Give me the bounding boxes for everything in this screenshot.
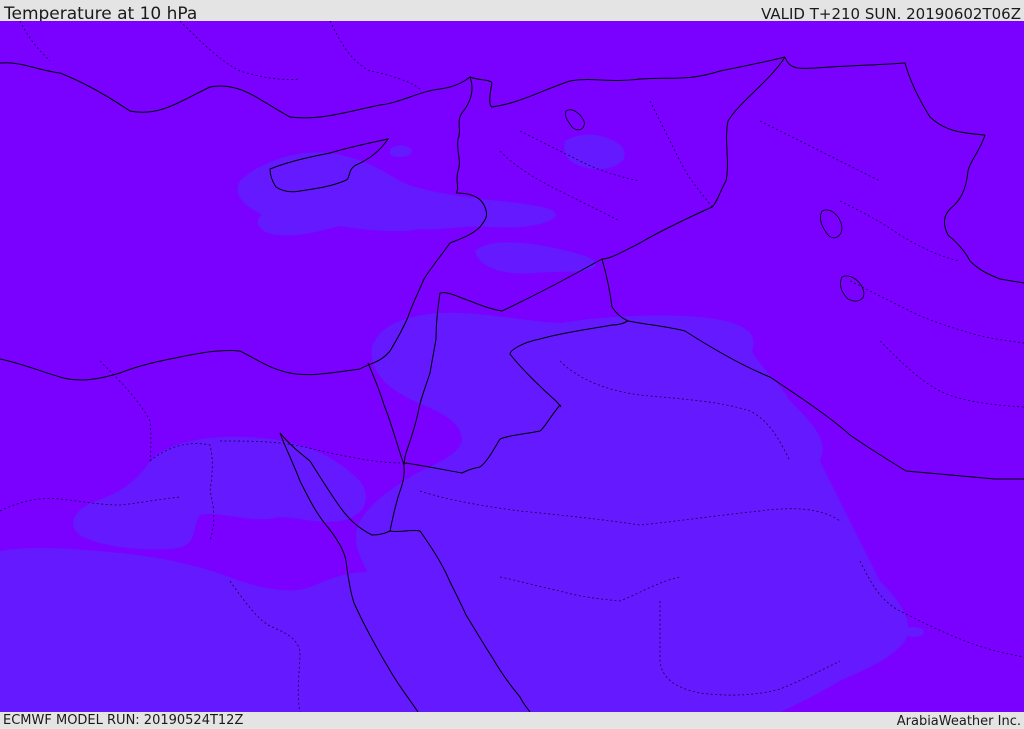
contour-region-small-1 bbox=[156, 604, 184, 614]
contour-region-small-3 bbox=[904, 627, 924, 637]
map-canvas bbox=[0, 21, 1024, 712]
map-figure: Temperature at 10 hPa VALID T+210 SUN. 2… bbox=[0, 0, 1024, 729]
contour-region-small-2 bbox=[820, 644, 844, 654]
map-svg bbox=[0, 21, 1024, 712]
credit-label: ArabiaWeather Inc. bbox=[896, 714, 1021, 729]
model-run-label: ECMWF MODEL RUN: 20190524T12Z bbox=[3, 713, 244, 728]
header-bar: Temperature at 10 hPa VALID T+210 SUN. 2… bbox=[0, 0, 1024, 24]
footer-bar: ECMWF MODEL RUN: 20190524T12Z ArabiaWeat… bbox=[0, 712, 1024, 729]
